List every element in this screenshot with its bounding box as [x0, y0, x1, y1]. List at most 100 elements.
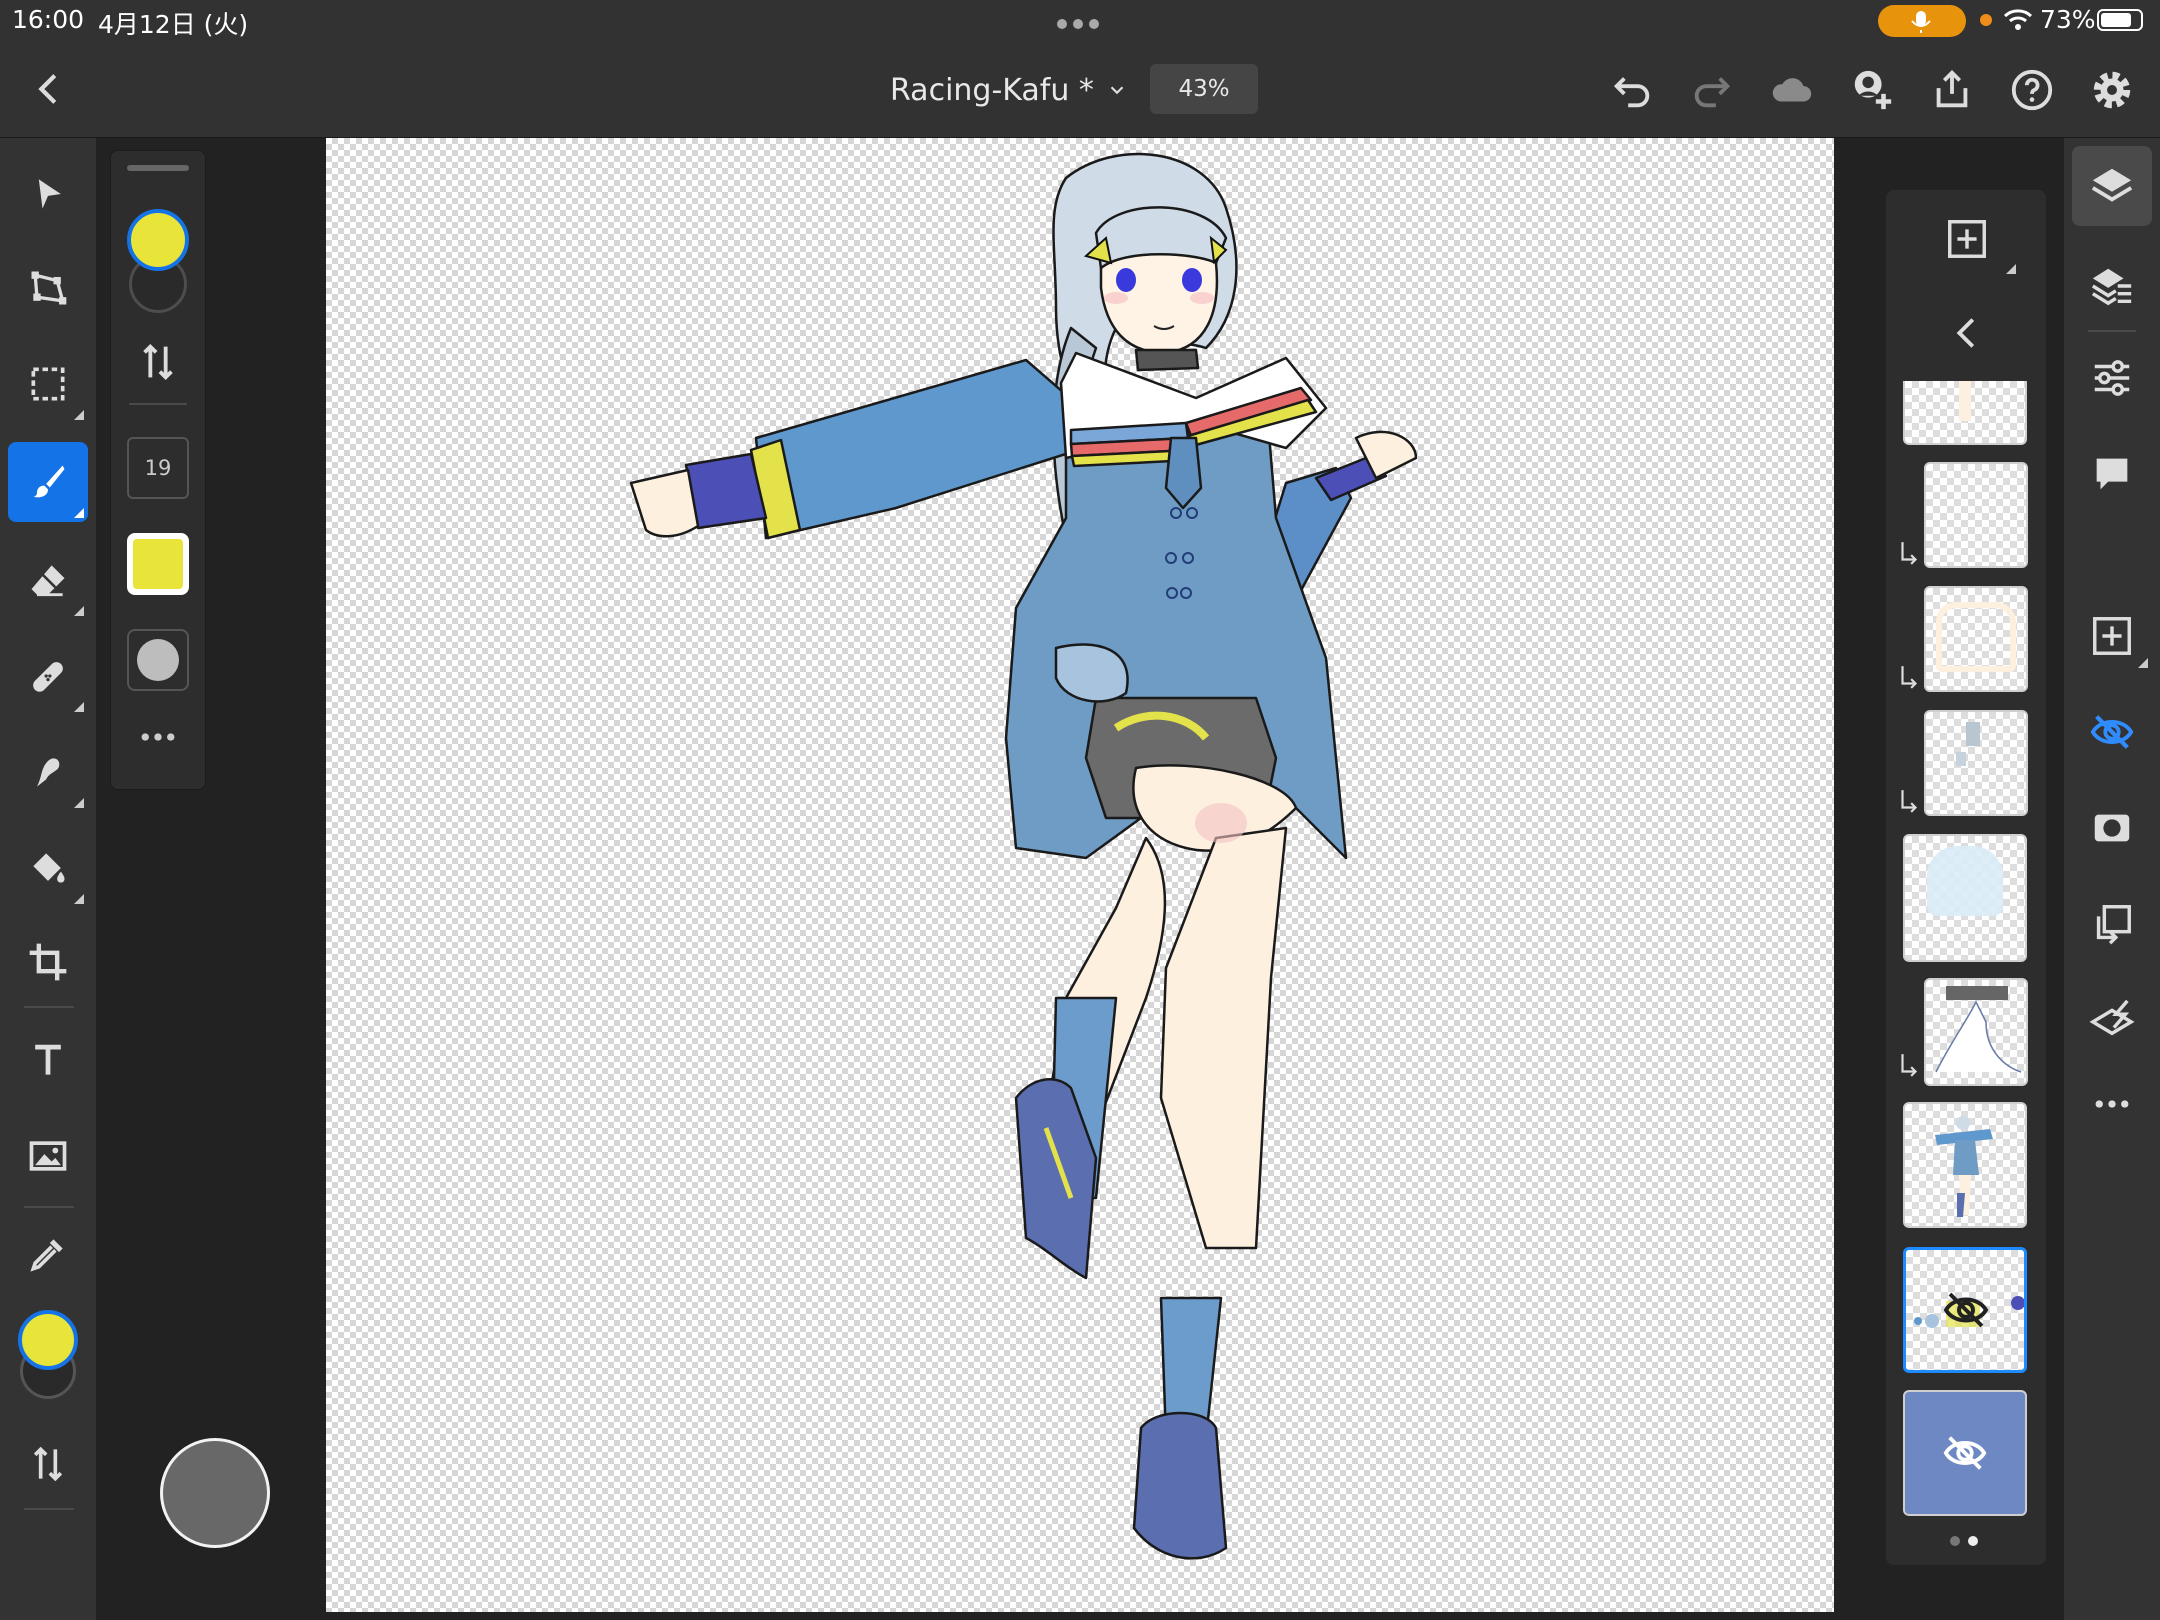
primary-color-swatch[interactable]	[127, 209, 189, 271]
battery-percent: 73%	[2040, 5, 2096, 34]
tool-divider	[24, 1206, 74, 1208]
zoom-level-button[interactable]: 43%	[1150, 64, 1258, 114]
hidden-eye-icon[interactable]	[1942, 1286, 1990, 1334]
more-options-indicator	[74, 606, 84, 616]
touch-modifier-button[interactable]	[160, 1438, 270, 1548]
clipping-mask-icon	[1901, 1054, 1918, 1077]
adjustments-button[interactable]	[2080, 346, 2144, 410]
comment-icon	[2096, 458, 2128, 490]
healing-tool[interactable]	[8, 636, 88, 716]
brush-color-preview	[133, 539, 183, 589]
marquee-tool[interactable]	[8, 344, 88, 424]
eraser-tool[interactable]	[8, 540, 88, 620]
layer-thumbnail-selected[interactable]	[1903, 1247, 2027, 1373]
layer-thumbnail[interactable]	[1924, 710, 2028, 816]
more-options-indicator	[2006, 264, 2016, 274]
multitask-dots-icon[interactable]	[1057, 19, 1103, 29]
primary-color-swatch[interactable]	[18, 1310, 78, 1370]
status-bar: 16:00 4月12日 (火) 73%	[0, 0, 2160, 40]
mask-icon	[2094, 814, 2130, 842]
swap-arrows-icon	[143, 343, 173, 381]
brush-size-value: 19	[144, 456, 172, 480]
brush-tip-preview	[137, 639, 179, 681]
rail-divider	[2088, 330, 2136, 332]
more-options-button[interactable]	[131, 717, 185, 757]
document-title-button[interactable]: Racing-Kafu *	[890, 68, 1128, 112]
mask-button[interactable]	[2080, 796, 2144, 860]
tool-divider	[24, 1508, 74, 1510]
fill-tool[interactable]	[8, 828, 88, 908]
crop-tool[interactable]	[8, 922, 88, 1002]
chevron-down-icon	[1110, 86, 1124, 95]
layer-thumbnail[interactable]	[1903, 381, 2027, 445]
paint-bucket-icon	[33, 853, 65, 883]
hidden-eye-icon[interactable]	[1942, 1430, 1988, 1476]
more-layer-options-button[interactable]	[2080, 1082, 2144, 1126]
layer-thumbnail[interactable]	[1924, 462, 2028, 568]
zoom-level: 43%	[1178, 76, 1230, 102]
layer-thumbnail[interactable]	[1903, 834, 2027, 962]
wifi-icon	[2003, 9, 2033, 30]
more-options-indicator	[74, 894, 84, 904]
swap-colors-button[interactable]	[8, 1424, 88, 1504]
layer-thumbnail[interactable]	[1924, 586, 2028, 692]
layer-thumbnail[interactable]	[1924, 978, 2028, 1086]
layer-properties-button[interactable]	[2080, 254, 2144, 318]
status-date: 4月12日 (火)	[98, 10, 249, 39]
panel-grip[interactable]	[127, 165, 189, 171]
chevron-left-icon	[1956, 318, 1975, 348]
gear-icon	[2093, 71, 2131, 109]
cloud-sync-button[interactable]	[1764, 62, 1820, 118]
merge-down-button[interactable]	[2080, 988, 2144, 1052]
swap-arrows-icon	[33, 1446, 63, 1482]
layer-thumbnail[interactable]	[1903, 1102, 2027, 1228]
collapse-panel-button[interactable]	[1942, 308, 1992, 358]
type-tool[interactable]	[8, 1020, 88, 1100]
comments-button[interactable]	[2080, 442, 2144, 506]
back-button[interactable]	[24, 64, 74, 114]
add-layer-button[interactable]	[1942, 214, 1992, 264]
tool-bar	[0, 138, 96, 1620]
layers-button[interactable]	[2072, 146, 2152, 226]
undo-icon	[1613, 77, 1650, 108]
text-icon	[35, 1044, 61, 1075]
invite-button[interactable]	[1844, 62, 1900, 118]
redo-button[interactable]	[1686, 64, 1738, 116]
add-layer-button[interactable]	[2080, 604, 2148, 668]
image-icon	[29, 1141, 67, 1171]
transform-tool[interactable]	[8, 248, 88, 328]
top-bar: Racing-Kafu * 43%	[0, 40, 2160, 138]
clipping-mask-icon	[2096, 905, 2131, 945]
share-button[interactable]	[1924, 62, 1980, 118]
brush-tip-button[interactable]	[127, 629, 189, 691]
more-options-indicator	[74, 410, 84, 420]
brush-size-field[interactable]: 19	[127, 437, 189, 499]
microphone-indicator-icon	[1878, 5, 1966, 37]
add-layer-icon	[2093, 617, 2131, 655]
eyedropper-tool[interactable]	[8, 1214, 88, 1294]
clipping-mask-button[interactable]	[2080, 892, 2144, 956]
settings-button[interactable]	[2084, 62, 2140, 118]
undo-button[interactable]	[1606, 64, 1658, 116]
place-image-tool[interactable]	[8, 1116, 88, 1196]
more-dots-icon	[2095, 1100, 2129, 1108]
page-dot[interactable]	[1950, 1536, 1960, 1546]
transform-icon	[31, 271, 67, 305]
select-tool[interactable]	[8, 154, 88, 234]
brush-color-button[interactable]	[127, 533, 189, 595]
artwork	[629, 152, 1418, 1560]
visibility-toggle-button[interactable]	[2080, 700, 2144, 764]
redo-icon	[1694, 77, 1731, 108]
background-layer-thumbnail[interactable]	[1903, 1390, 2027, 1516]
clipping-mask-icon	[1901, 542, 1918, 565]
more-options-indicator	[2138, 658, 2148, 668]
help-button[interactable]	[2004, 62, 2060, 118]
marquee-icon	[31, 367, 65, 401]
cloud-icon	[1772, 78, 1812, 102]
eraser-icon	[31, 565, 65, 597]
brush-tool[interactable]	[8, 442, 88, 522]
swap-colors-button[interactable]	[135, 339, 181, 385]
smudge-tool[interactable]	[8, 732, 88, 812]
canvas[interactable]	[326, 138, 1834, 1612]
page-dot-active[interactable]	[1968, 1536, 1978, 1546]
